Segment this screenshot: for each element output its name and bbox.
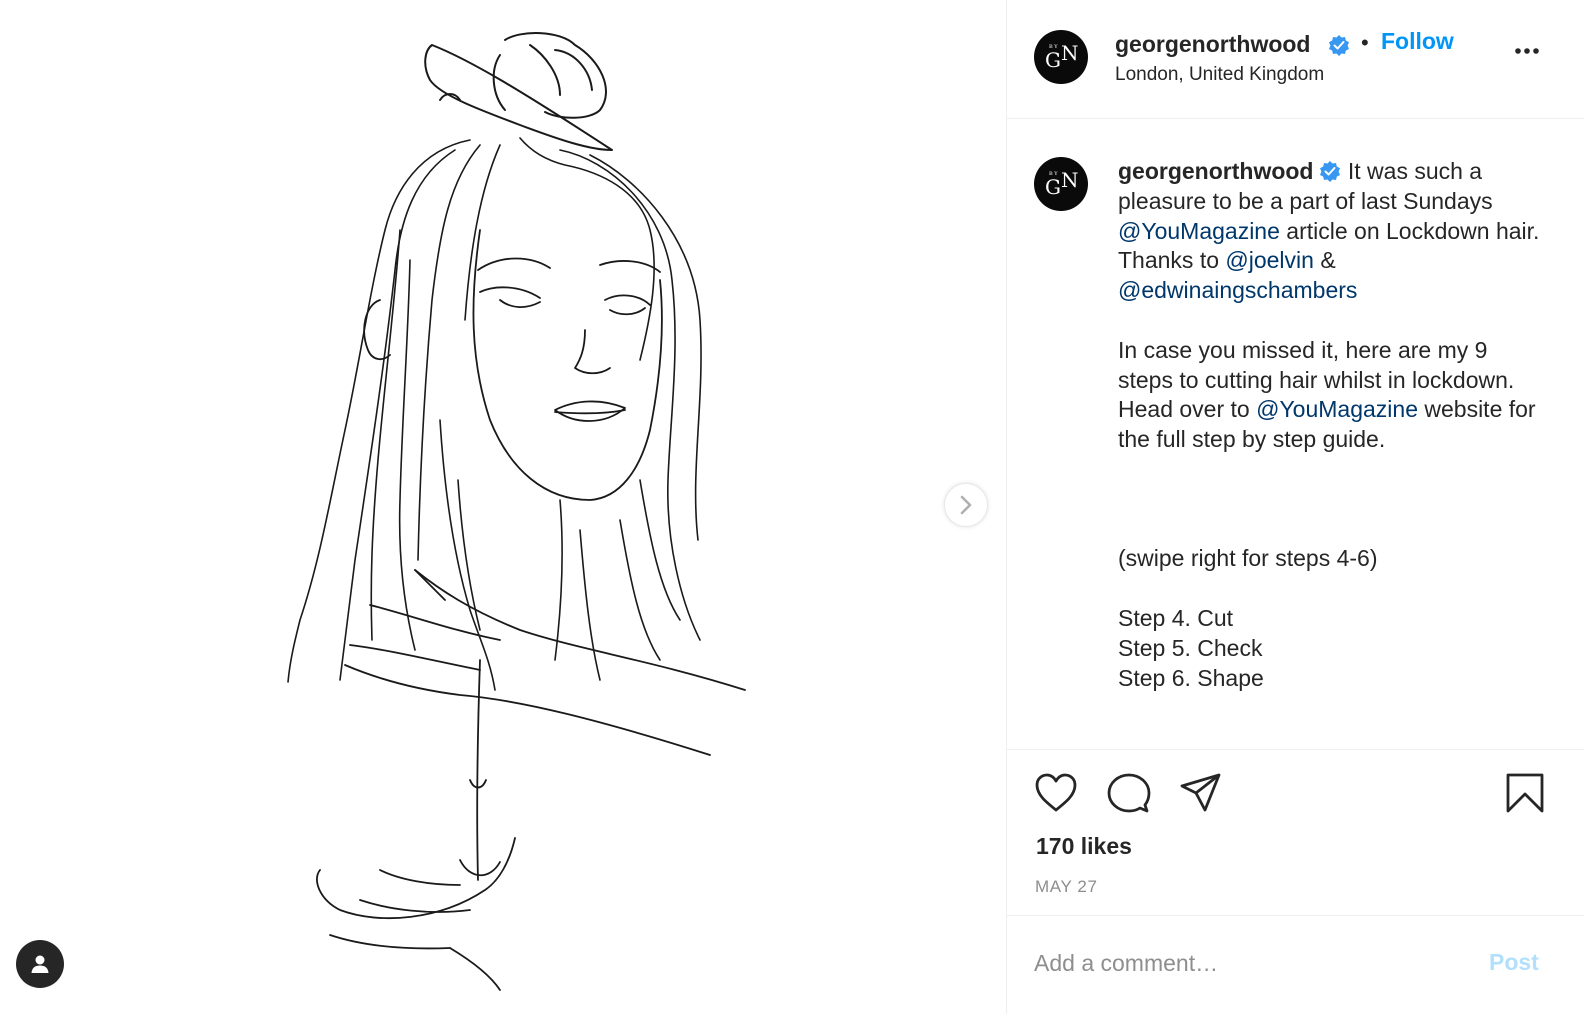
user-tag-icon [31,955,49,973]
post-date[interactable]: MAY 27 [1035,877,1098,897]
mention-link[interactable]: @joelvin [1225,247,1314,273]
svg-text:N: N [1061,41,1079,65]
bookmark-icon[interactable] [1505,772,1545,814]
heart-icon[interactable] [1034,772,1078,814]
svg-text:G: G [1045,175,1061,199]
gn-logo-icon: B Y G N [1045,168,1079,199]
caption-username-link[interactable]: georgenorthwood [1118,158,1313,184]
more-options-icon[interactable] [1514,47,1540,55]
caption-segment: & [1313,247,1343,274]
user-tags-button[interactable] [16,940,64,988]
mention-link[interactable]: @YouMagazine [1118,218,1280,244]
paper-plane-icon[interactable] [1179,772,1223,814]
comment-bar: Post [1007,915,1584,1015]
action-bar: 170 likes MAY 27 [1007,749,1584,916]
post-media[interactable] [0,0,1006,1014]
hair-illustration-image [287,32,746,991]
caption-segment: website for the full step by step guide.… [1118,396,1536,691]
chevron-right-icon [960,495,972,515]
separator-dot: • [1361,30,1369,55]
mention-link[interactable]: @edwinaingschambers [1118,277,1357,303]
mention-link[interactable]: @YouMagazine [1256,396,1418,422]
header-username-link[interactable]: georgenorthwood [1115,31,1310,58]
likes-count[interactable]: 170 likes [1036,833,1132,860]
svg-text:N: N [1061,168,1079,192]
comment-input[interactable] [1034,946,1464,980]
caption-text: georgenorthwood It was such a pleasure t… [1118,157,1548,693]
svg-text:G: G [1045,48,1061,72]
post-comment-button[interactable]: Post [1489,949,1539,976]
verified-badge-icon [1320,160,1341,182]
follow-button[interactable]: Follow [1381,28,1454,55]
gn-logo-icon: B Y G N [1045,41,1079,72]
comment-bubble-icon[interactable] [1107,772,1151,814]
caption-area: B Y G N georgenorthwood It was such a pl… [1007,119,1584,749]
post-side-panel: B Y G N georgenorthwood • Follow London,… [1007,0,1584,1014]
avatar[interactable]: B Y G N [1034,30,1088,84]
post-header: B Y G N georgenorthwood • Follow London,… [1007,0,1584,119]
verified-badge-icon [1329,35,1349,56]
caption-avatar[interactable]: B Y G N [1034,157,1088,211]
location-link[interactable]: London, United Kingdom [1115,64,1324,86]
next-slide-button[interactable] [944,483,988,527]
